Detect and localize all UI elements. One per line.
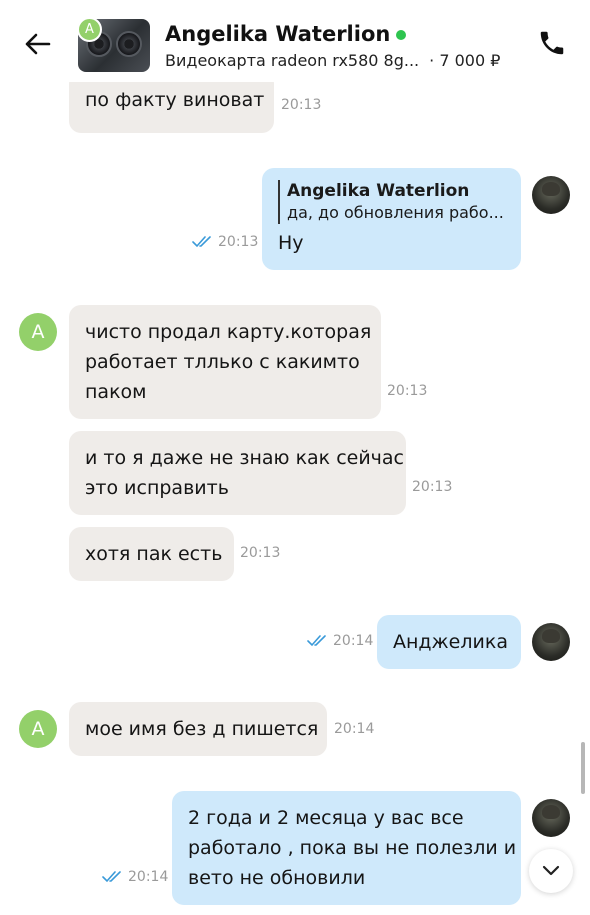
message-bubble-incoming[interactable]: чисто продал карту.которая работает тлль… bbox=[69, 305, 381, 419]
message-time: 20:13 bbox=[412, 479, 453, 495]
message-text: Ну bbox=[278, 232, 304, 254]
read-ticks-icon bbox=[192, 236, 211, 248]
back-button[interactable] bbox=[20, 26, 56, 62]
message-time: 20:14 bbox=[128, 869, 169, 885]
message-text: мое имя без д пишется bbox=[85, 718, 319, 740]
message-text: паком bbox=[85, 381, 147, 403]
chevron-down-icon bbox=[542, 865, 560, 876]
reply-quote-text: да, до обновления рабо... bbox=[287, 203, 504, 222]
my-avatar[interactable] bbox=[532, 176, 570, 214]
back-arrow-icon bbox=[25, 33, 51, 55]
phone-icon bbox=[540, 31, 564, 55]
message-bubble-incoming[interactable]: по факту виноват bbox=[69, 82, 274, 133]
item-title: Видеокарта radeon rx580 8g... bbox=[165, 51, 420, 70]
message-time-status: 20:14 bbox=[307, 633, 373, 649]
message-text: работало , пока вы не полезли и bbox=[188, 837, 517, 859]
reply-quote[interactable]: Angelika Waterlion да, до обновления раб… bbox=[278, 180, 504, 224]
contact-name-text: Angelika Waterlion bbox=[165, 22, 391, 46]
message-text: хотя пак есть bbox=[85, 543, 223, 565]
read-ticks-icon bbox=[307, 635, 326, 647]
message-text: по факту виноват bbox=[85, 89, 265, 111]
contact-name[interactable]: Angelika Waterlion bbox=[165, 22, 407, 46]
scrollbar[interactable] bbox=[581, 742, 585, 794]
contact-avatar[interactable]: A bbox=[19, 313, 57, 351]
message-time: 20:14 bbox=[333, 633, 374, 649]
my-avatar[interactable] bbox=[532, 799, 570, 837]
message-time-status: 20:14 bbox=[102, 869, 168, 885]
message-text: Анджелика bbox=[393, 631, 508, 653]
message-time-status: 20:13 bbox=[192, 234, 258, 250]
message-text: вето не обновили bbox=[188, 867, 366, 889]
message-text: и то я даже не знаю как сейчас bbox=[85, 447, 405, 469]
message-bubble-incoming[interactable]: хотя пак есть bbox=[69, 527, 234, 581]
message-time: 20:14 bbox=[334, 721, 375, 737]
read-ticks-icon bbox=[102, 871, 121, 883]
message-time: 20:13 bbox=[240, 545, 281, 561]
contact-avatar[interactable]: A bbox=[77, 17, 102, 42]
message-bubble-outgoing[interactable]: 2 года и 2 месяца у вас все работало , п… bbox=[172, 791, 521, 905]
message-bubble-outgoing[interactable]: Angelika Waterlion да, до обновления раб… bbox=[262, 168, 521, 270]
message-list[interactable]: по факту виноват 20:13 Angelika Waterlio… bbox=[0, 82, 590, 915]
message-bubble-outgoing[interactable]: Анджелика bbox=[377, 615, 521, 669]
message-bubble-incoming[interactable]: мое имя без д пишется bbox=[69, 702, 327, 756]
chat-header: A Angelika Waterlion Видеокарта radeon r… bbox=[0, 0, 590, 82]
my-avatar[interactable] bbox=[532, 623, 570, 661]
message-bubble-incoming[interactable]: и то я даже не знаю как сейчас это испра… bbox=[69, 431, 406, 515]
message-text: это исправить bbox=[85, 477, 229, 499]
scroll-to-bottom-button[interactable] bbox=[529, 849, 573, 893]
contact-avatar[interactable]: A bbox=[19, 710, 57, 748]
message-text: 2 года и 2 месяца у вас все bbox=[188, 807, 464, 829]
reply-quote-author: Angelika Waterlion bbox=[287, 181, 470, 201]
call-button[interactable] bbox=[535, 26, 569, 60]
item-info[interactable]: Видеокарта radeon rx580 8g... · 7 000 ₽ bbox=[165, 51, 500, 70]
message-text: работает тллько с какимто bbox=[85, 351, 360, 373]
message-text: чисто продал карту.которая bbox=[85, 321, 372, 343]
message-time: 20:13 bbox=[218, 234, 259, 250]
message-time: 20:13 bbox=[281, 97, 322, 113]
message-time: 20:13 bbox=[387, 383, 428, 399]
gpu-fan-image bbox=[116, 31, 142, 57]
item-price: · 7 000 ₽ bbox=[429, 51, 501, 70]
online-status-dot bbox=[396, 30, 407, 40]
